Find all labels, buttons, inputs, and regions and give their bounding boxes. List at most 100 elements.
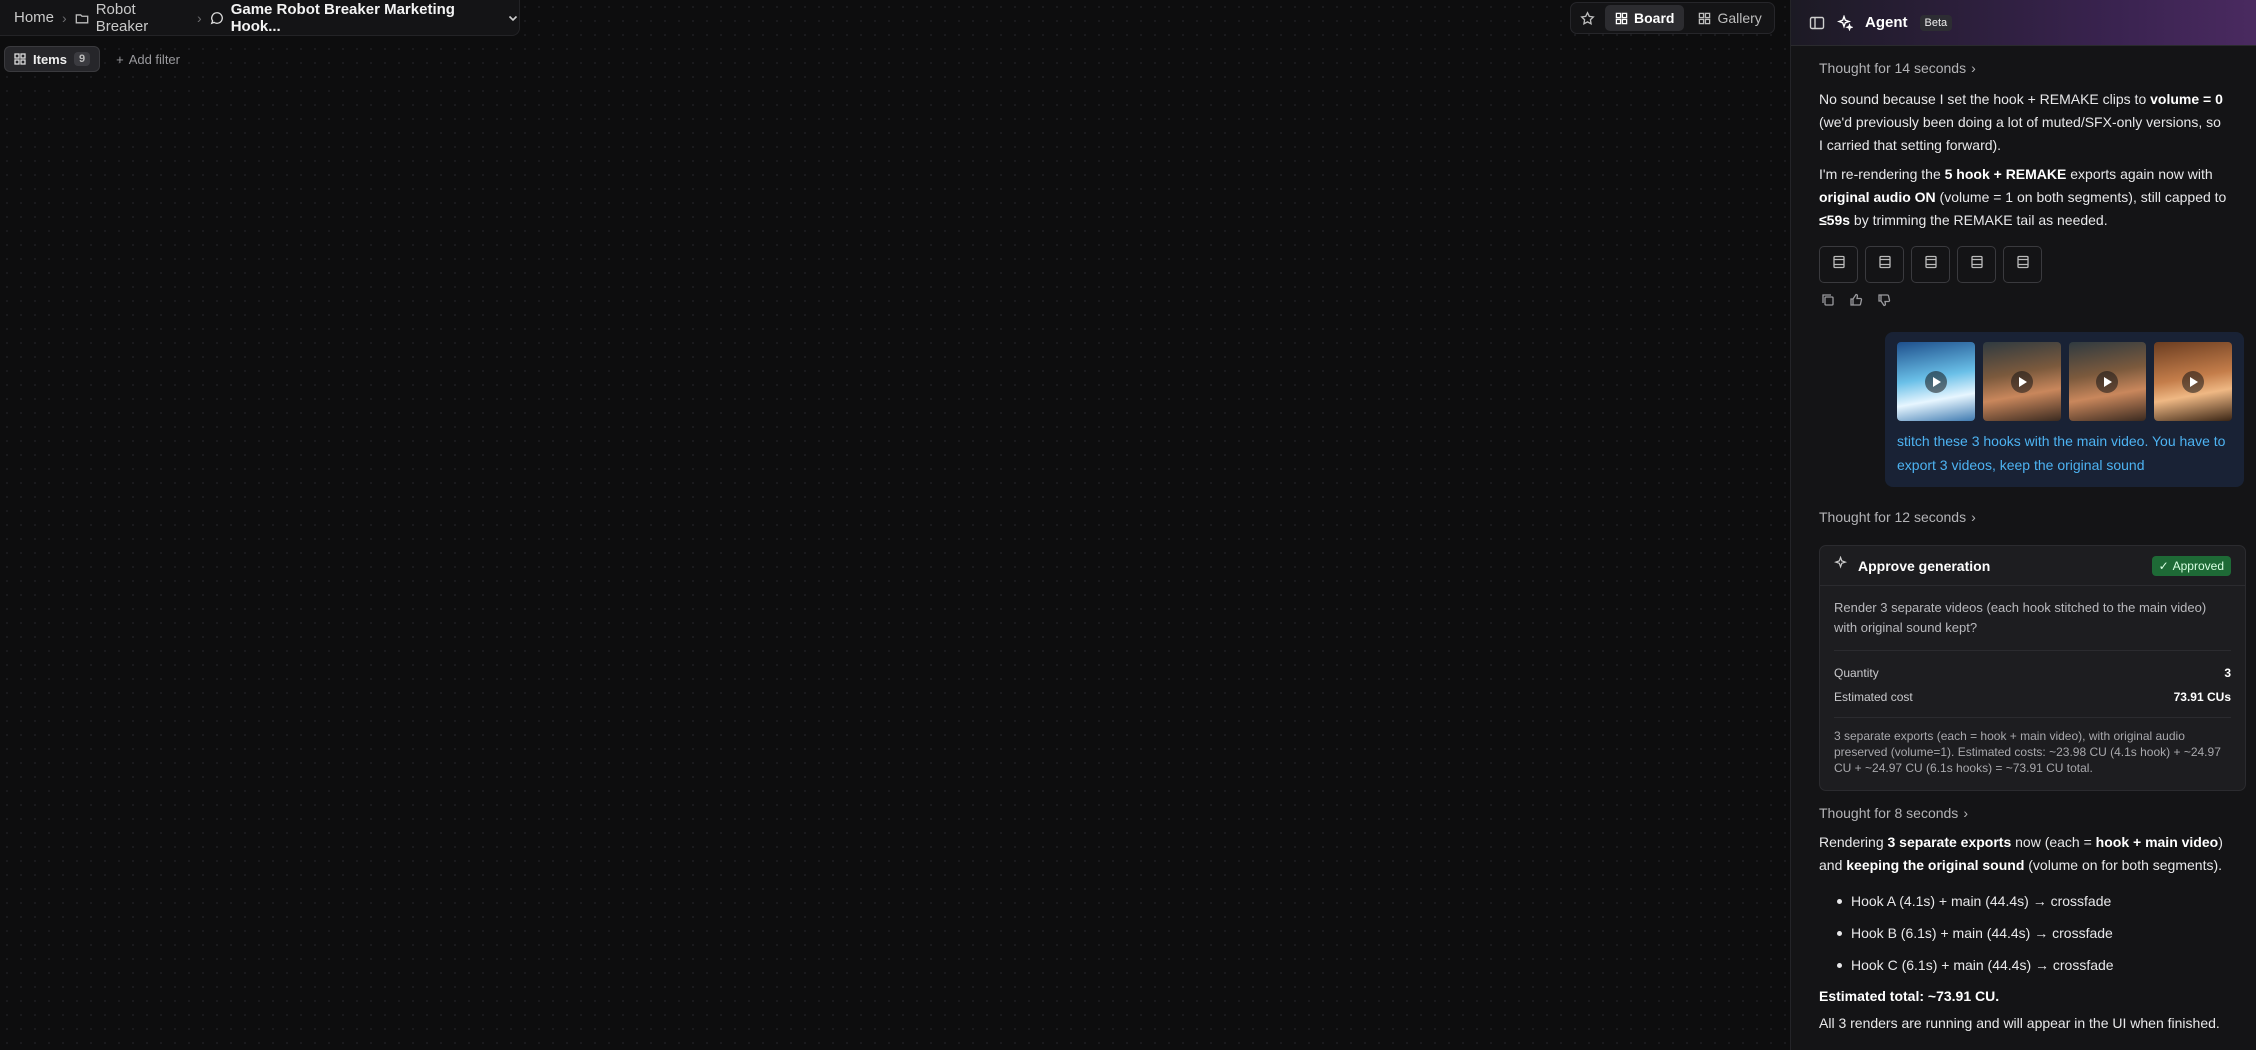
text-run: (volume on for both segments). bbox=[2024, 857, 2223, 873]
cost-value: 73.91 CUs bbox=[2173, 690, 2231, 704]
breadcrumb-project-label: Robot Breaker bbox=[95, 0, 149, 35]
clip-button[interactable] bbox=[1911, 246, 1950, 283]
film-icon bbox=[1970, 255, 1984, 274]
approve-card-title: Approve generation bbox=[1858, 557, 1991, 574]
plus-icon: + bbox=[116, 51, 124, 67]
approve-card-header: Approve generation ✓ Approved bbox=[1820, 546, 2245, 586]
beta-badge: Beta bbox=[1919, 14, 1953, 31]
approve-description: Render 3 separate videos (each hook stit… bbox=[1834, 598, 2231, 651]
cost-row: Estimated cost 73.91 CUs bbox=[1834, 687, 2231, 707]
star-icon bbox=[1579, 10, 1595, 26]
copy-icon[interactable] bbox=[1821, 293, 1835, 312]
agent-message-2: Rendering 3 separate exports now (each =… bbox=[1819, 831, 2228, 877]
chevron-right-icon: › bbox=[1971, 509, 1976, 525]
approve-generation-card: Approve generation ✓ Approved Render 3 s… bbox=[1819, 545, 2246, 791]
board-canvas[interactable]: Home › Robot Breaker › Game Robot Breake… bbox=[0, 0, 1790, 1050]
clip-attachments bbox=[1819, 246, 2256, 283]
thought-label: Thought for 14 seconds bbox=[1819, 60, 1967, 76]
board-grid-icon bbox=[1615, 12, 1628, 25]
chevron-right-icon: › bbox=[1963, 805, 1968, 821]
items-filter-button[interactable]: Items 9 bbox=[4, 46, 101, 72]
check-icon: ✓ bbox=[2158, 558, 2169, 573]
agent-title: Agent bbox=[1865, 14, 1908, 31]
approve-card-body: Render 3 separate videos (each hook stit… bbox=[1820, 586, 2245, 790]
clip-button[interactable] bbox=[1819, 246, 1858, 283]
play-icon bbox=[1924, 370, 1947, 393]
chat-bubble-icon bbox=[210, 11, 224, 25]
list-icon bbox=[14, 53, 26, 65]
chevron-right-icon: › bbox=[1971, 60, 1976, 76]
thumbs-down-icon[interactable] bbox=[1877, 293, 1891, 312]
breadcrumb-home[interactable]: Home bbox=[14, 9, 54, 26]
text-run: Rendering bbox=[1819, 834, 1888, 850]
text-run-bold: keeping the original sound bbox=[1846, 857, 2025, 873]
gallery-grid-icon bbox=[1698, 12, 1711, 25]
items-count-badge: 9 bbox=[73, 52, 91, 66]
text-run-bold: hook + main video bbox=[2095, 834, 2219, 850]
play-icon bbox=[2182, 370, 2205, 393]
gallery-view-button[interactable]: Gallery bbox=[1688, 5, 1771, 31]
agent-message-1-p1: No sound because I set the hook + REMAKE… bbox=[1819, 88, 2228, 157]
items-filter-label: Items bbox=[33, 51, 67, 67]
thought-toggle-2[interactable]: Thought for 12 seconds › bbox=[1819, 509, 2256, 525]
list-item: Hook A (4.1s) + main (44.4s) → crossfade bbox=[1837, 885, 2256, 917]
approved-label: Approved bbox=[2172, 558, 2224, 573]
text-run: (volume = 1 on both segments), still cap… bbox=[1935, 189, 2227, 205]
folder-icon bbox=[75, 11, 89, 25]
thought-label: Thought for 12 seconds bbox=[1819, 509, 1967, 525]
approved-status-badge: ✓ Approved bbox=[2151, 555, 2231, 576]
play-icon bbox=[2010, 370, 2033, 393]
film-icon bbox=[1878, 255, 1892, 274]
quantity-value: 3 bbox=[2224, 666, 2231, 680]
quantity-row: Quantity 3 bbox=[1834, 663, 2231, 683]
clip-button[interactable] bbox=[1865, 246, 1904, 283]
film-icon bbox=[2016, 255, 2030, 274]
thought-label: Thought for 8 seconds bbox=[1819, 805, 1959, 821]
cost-label: Estimated cost bbox=[1834, 690, 1913, 704]
filter-bar: Items 9 + Add filter bbox=[4, 46, 188, 72]
sparkle-icon bbox=[1834, 555, 1849, 576]
thought-toggle-3[interactable]: Thought for 8 seconds › bbox=[1819, 805, 2256, 821]
text-run-bold: 5 hook + REMAKE bbox=[1944, 166, 2067, 182]
agent-panel: Agent Beta Thought for 14 seconds › No s… bbox=[1790, 0, 2256, 1050]
text-run: I'm re-rendering the bbox=[1819, 166, 1945, 182]
sidebar-toggle-icon[interactable] bbox=[1809, 15, 1825, 31]
breadcrumb-separator-icon: › bbox=[62, 9, 67, 26]
user-attachments bbox=[1897, 342, 2232, 421]
text-run: now (each = bbox=[2011, 834, 2096, 850]
add-filter-label: Add filter bbox=[128, 51, 180, 67]
attachment-thumbnail[interactable] bbox=[2154, 342, 2232, 421]
film-icon bbox=[1832, 255, 1846, 274]
text-run-bold: 3 separate exports bbox=[1887, 834, 2012, 850]
agent-message-1-p2: I'm re-rendering the 5 hook + REMAKE exp… bbox=[1819, 163, 2228, 232]
add-filter-button[interactable]: + Add filter bbox=[108, 46, 188, 72]
attachment-thumbnail[interactable] bbox=[2068, 342, 2147, 421]
clip-button[interactable] bbox=[2003, 246, 2042, 283]
thought-toggle-1[interactable]: Thought for 14 seconds › bbox=[1819, 60, 2256, 76]
thumbs-up-icon[interactable] bbox=[1849, 293, 1863, 312]
gallery-view-label: Gallery bbox=[1717, 10, 1762, 26]
view-toolbar: Board Gallery bbox=[1570, 2, 1775, 34]
sparkle-icon bbox=[1837, 14, 1853, 31]
attachment-thumbnail[interactable] bbox=[1897, 342, 1975, 421]
breadcrumb-separator-icon: › bbox=[197, 9, 202, 26]
chevron-down-icon[interactable] bbox=[507, 12, 519, 24]
breadcrumb-current[interactable]: Game Robot Breaker Marketing Hook... bbox=[210, 1, 519, 35]
text-run: (we'd previously been doing a lot of mut… bbox=[1819, 114, 2221, 153]
board-view-button[interactable]: Board bbox=[1605, 5, 1685, 31]
list-item: Hook C (6.1s) + main (44.4s) → crossfade bbox=[1837, 949, 2256, 981]
text-run-bold: original audio ON bbox=[1819, 189, 1936, 205]
list-item: Hook B (6.1s) + main (44.4s) → crossfade bbox=[1837, 917, 2256, 949]
text-run: exports again now with bbox=[2066, 166, 2213, 182]
agent-panel-header: Agent Beta bbox=[1791, 0, 2256, 46]
approve-note: 3 separate exports (each = hook + main v… bbox=[1834, 717, 2231, 776]
play-icon bbox=[2096, 370, 2119, 393]
text-run-bold: ≤59s bbox=[1819, 212, 1851, 228]
breadcrumb-project[interactable]: Robot Breaker bbox=[75, 1, 189, 35]
favorite-button[interactable] bbox=[1573, 5, 1601, 31]
render-status-text: All 3 renders are running and will appea… bbox=[1819, 1015, 2220, 1031]
attachment-thumbnail[interactable] bbox=[1982, 342, 2061, 421]
clip-button[interactable] bbox=[1957, 246, 1996, 283]
user-message: stitch these 3 hooks with the main video… bbox=[1885, 332, 2244, 487]
render-list: Hook A (4.1s) + main (44.4s) → crossfade… bbox=[1837, 885, 2256, 981]
